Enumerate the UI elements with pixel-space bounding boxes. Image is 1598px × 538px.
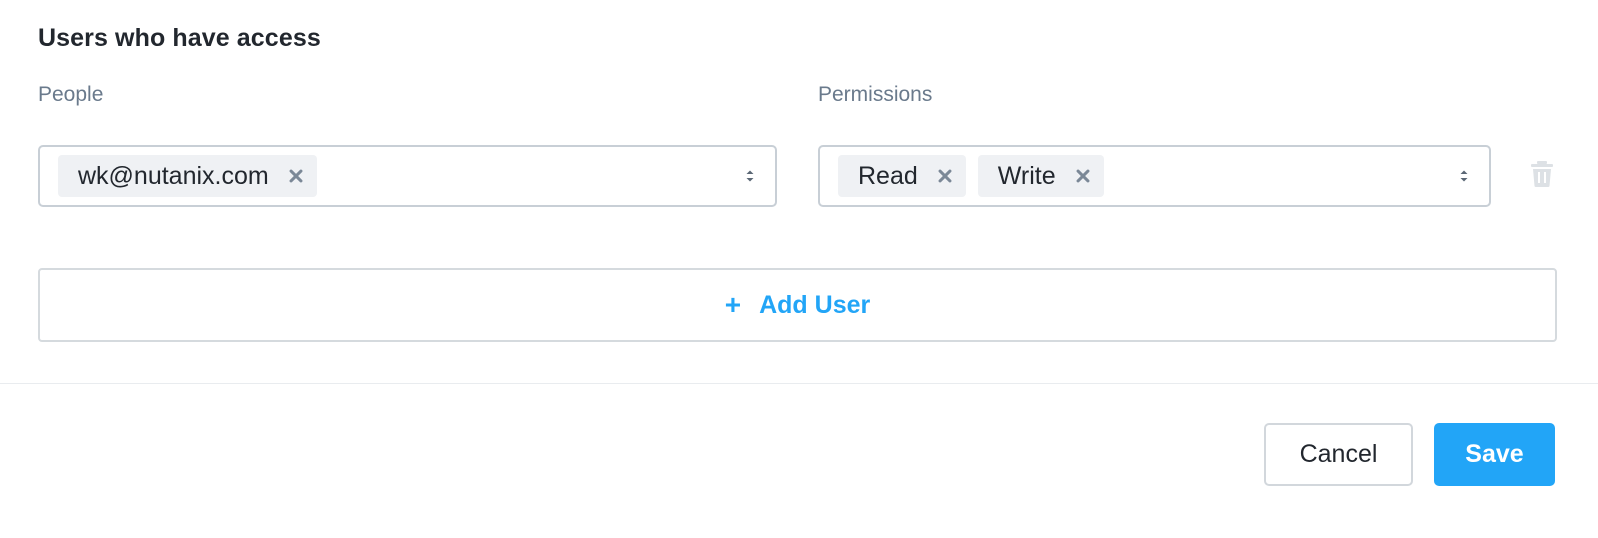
user-access-panel: Users who have access People Permissions…	[0, 0, 1598, 538]
save-button[interactable]: Save	[1434, 423, 1555, 486]
permission-tag-label: Read	[858, 161, 918, 190]
people-tag-label: wk@nutanix.com	[78, 161, 269, 190]
add-user-button[interactable]: + Add User	[38, 268, 1557, 342]
chevron-up-down-icon	[1460, 170, 1468, 182]
plus-icon: +	[724, 289, 742, 320]
trash-icon[interactable]	[1530, 160, 1554, 188]
divider	[0, 383, 1598, 384]
people-column-label: People	[38, 83, 104, 106]
cancel-button[interactable]: Cancel	[1264, 423, 1413, 486]
permission-tag-read: Read	[838, 155, 966, 197]
remove-tag-close-icon[interactable]	[1074, 167, 1092, 185]
permissions-select[interactable]: Read Write	[818, 145, 1491, 207]
section-title: Users who have access	[38, 24, 321, 52]
people-select[interactable]: wk@nutanix.com	[38, 145, 777, 207]
chevron-up-down-icon	[746, 170, 754, 182]
remove-tag-close-icon[interactable]	[936, 167, 954, 185]
remove-tag-close-icon[interactable]	[287, 167, 305, 185]
add-user-label: Add User	[759, 290, 871, 319]
permission-tag-label: Write	[997, 161, 1056, 190]
permission-tag-write: Write	[977, 155, 1104, 197]
permissions-column-label: Permissions	[818, 83, 933, 106]
people-tag: wk@nutanix.com	[58, 155, 317, 197]
